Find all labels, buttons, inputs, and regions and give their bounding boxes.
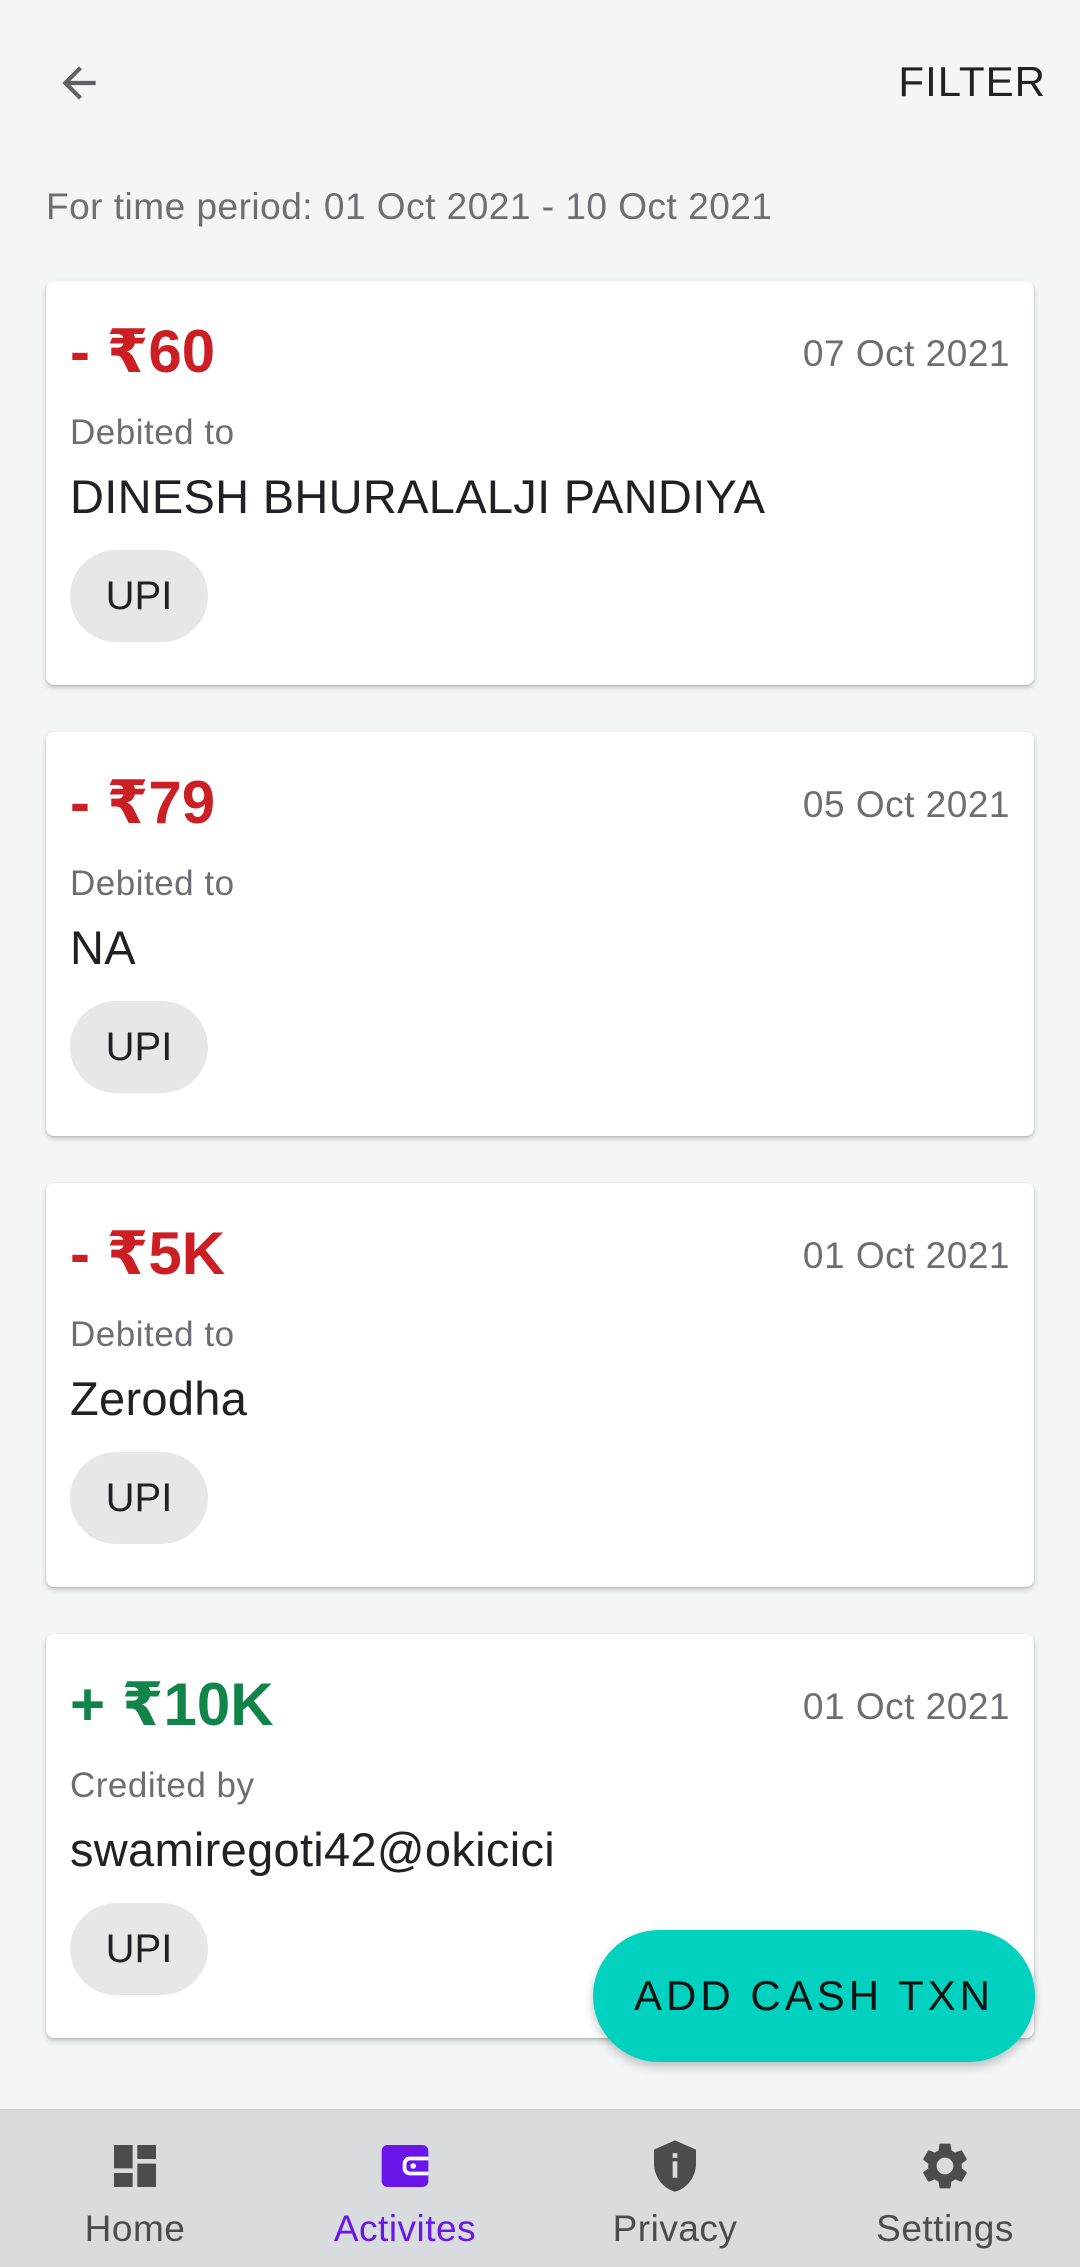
transaction-date: 07 Oct 2021 (802, 333, 1010, 374)
transaction-amount: + ₹10K (70, 1671, 274, 1738)
transaction-party: swamiregoti42@okicici (70, 1823, 555, 1876)
arrow-left-icon (62, 66, 96, 100)
transaction-date: 01 Oct 2021 (802, 1235, 1010, 1276)
nav-label: Home (84, 2208, 186, 2249)
transaction-card[interactable]: - ₹79 05 Oct 2021 Debited to NA UPI (46, 732, 1034, 1136)
transaction-amount: - ₹60 (70, 318, 216, 385)
transaction-card[interactable]: - ₹60 07 Oct 2021 Debited to DINESH BHUR… (46, 281, 1034, 685)
nav-item-privacy[interactable]: Privacy (540, 2110, 810, 2267)
top-app-bar: FILTER (0, 0, 1080, 160)
time-period-label: For time period: 01 Oct 2021 - 10 Oct 20… (46, 186, 773, 227)
nav-label: Activites (333, 2208, 477, 2249)
payment-method-chip: UPI (70, 1452, 208, 1544)
transaction-party: Zerodha (70, 1372, 248, 1425)
transaction-direction: Credited by (70, 1766, 255, 1805)
payment-method-chip: UPI (70, 550, 208, 642)
transaction-amount: - ₹79 (70, 769, 216, 836)
nav-label: Privacy (612, 2208, 738, 2249)
dashboard-icon (105, 2136, 165, 2196)
nav-label: Settings (876, 2208, 1014, 2249)
gear-icon (915, 2136, 975, 2196)
payment-method-chip: UPI (70, 1001, 208, 1093)
wallet-icon (375, 2136, 435, 2196)
transaction-list: - ₹60 07 Oct 2021 Debited to DINESH BHUR… (46, 281, 1034, 2085)
transaction-party: DINESH BHURALALJI PANDIYA (70, 470, 766, 523)
nav-item-settings[interactable]: Settings (810, 2110, 1080, 2267)
transaction-direction: Debited to (70, 413, 235, 452)
filter-button[interactable]: FILTER (898, 52, 1046, 112)
add-cash-txn-button[interactable]: ADD CASH TXN (593, 1930, 1035, 2062)
transaction-direction: Debited to (70, 1315, 235, 1354)
nav-item-activites[interactable]: Activites (270, 2110, 540, 2267)
transaction-date: 05 Oct 2021 (802, 784, 1010, 825)
transaction-date: 01 Oct 2021 (802, 1686, 1010, 1727)
transaction-direction: Debited to (70, 864, 235, 903)
payment-method-chip: UPI (70, 1903, 208, 1995)
bottom-navigation: Home Activites Privacy Settings (0, 2109, 1080, 2267)
shield-info-icon (645, 2136, 705, 2196)
transaction-amount: - ₹5K (70, 1220, 226, 1287)
transaction-party: NA (70, 921, 136, 974)
nav-item-home[interactable]: Home (0, 2110, 270, 2267)
transaction-card[interactable]: - ₹5K 01 Oct 2021 Debited to Zerodha UPI (46, 1183, 1034, 1587)
back-button[interactable] (46, 50, 112, 116)
